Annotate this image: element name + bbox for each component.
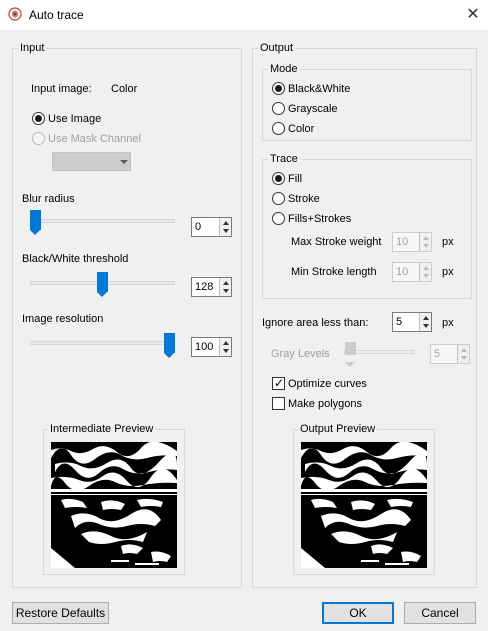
blur-radius-value[interactable]: 0: [195, 221, 201, 233]
mode-color-label[interactable]: Color: [288, 123, 314, 135]
trace-group-label: Trace: [268, 153, 300, 165]
max-stroke-weight-value[interactable]: 10: [396, 236, 408, 248]
make-polygons-label[interactable]: Make polygons: [288, 398, 362, 410]
restore-defaults-button[interactable]: Restore Defaults: [12, 602, 109, 624]
use-image-radio[interactable]: [32, 112, 45, 125]
gray-levels-slider[interactable]: [345, 342, 356, 367]
min-stroke-length-spinbox[interactable]: 10: [392, 262, 432, 282]
max-stroke-weight-unit: px: [442, 236, 454, 248]
spin-down-icon[interactable]: [423, 244, 429, 248]
bw-threshold-value[interactable]: 128: [195, 281, 213, 293]
output-preview-image: [301, 442, 427, 568]
bw-threshold-label: Black/White threshold: [22, 253, 129, 265]
blur-radius-slider[interactable]: [30, 210, 41, 235]
optimize-curves-label[interactable]: Optimize curves: [288, 378, 367, 390]
spin-up-icon[interactable]: [461, 348, 467, 352]
intermediate-preview-image: [51, 442, 177, 568]
mode-bw-radio[interactable]: [272, 82, 285, 95]
max-stroke-weight-spin-buttons[interactable]: [419, 233, 431, 251]
ignore-area-spin-buttons[interactable]: [419, 313, 431, 331]
cancel-button[interactable]: Cancel: [404, 602, 476, 624]
min-stroke-length-value[interactable]: 10: [396, 266, 408, 278]
optimize-curves-checkbox[interactable]: ✓: [272, 376, 285, 390]
mode-bw-label[interactable]: Black&White: [288, 83, 350, 95]
app-icon: [8, 7, 22, 21]
input-image-value: Color: [111, 83, 138, 95]
spin-up-icon[interactable]: [223, 221, 229, 225]
mode-grayscale-label[interactable]: Grayscale: [288, 103, 338, 115]
spin-down-icon[interactable]: [223, 229, 229, 233]
max-stroke-weight-label: Max Stroke weight: [291, 236, 382, 248]
spin-up-icon[interactable]: [223, 341, 229, 345]
ignore-area-label: Ignore area less than:: [262, 317, 369, 329]
spin-up-icon[interactable]: [223, 281, 229, 285]
use-mask-radio[interactable]: [32, 132, 45, 145]
min-stroke-length-label: Min Stroke length: [291, 266, 377, 278]
spin-down-icon[interactable]: [223, 289, 229, 293]
mask-channel-dropdown[interactable]: [52, 152, 131, 171]
use-image-label[interactable]: Use Image: [48, 113, 101, 125]
blur-radius-track: [30, 219, 175, 223]
spin-up-icon[interactable]: [423, 316, 429, 320]
gray-levels-spinbox[interactable]: 5: [430, 344, 470, 364]
ignore-area-spinbox[interactable]: 5: [392, 312, 432, 332]
mode-color-radio[interactable]: [272, 122, 285, 135]
window-title: Auto trace: [29, 8, 84, 22]
chevron-down-icon: [120, 160, 128, 164]
blur-radius-spin-buttons[interactable]: [219, 218, 231, 236]
use-mask-label[interactable]: Use Mask Channel: [48, 133, 141, 145]
spin-up-icon[interactable]: [423, 266, 429, 270]
ignore-area-unit: px: [442, 317, 454, 329]
image-resolution-spinbox[interactable]: 100: [191, 337, 232, 357]
spin-down-icon[interactable]: [461, 356, 467, 360]
input-group-label: Input: [18, 42, 47, 54]
make-polygons-checkbox[interactable]: [272, 397, 285, 410]
trace-fills-strokes-radio[interactable]: [272, 212, 285, 225]
input-image-label: Input image:: [31, 83, 92, 95]
gray-levels-spin-buttons[interactable]: [457, 345, 469, 363]
trace-fills-strokes-label[interactable]: Fills+Strokes: [288, 213, 351, 225]
trace-stroke-radio[interactable]: [272, 192, 285, 205]
mode-grayscale-radio[interactable]: [272, 102, 285, 115]
min-stroke-length-spin-buttons[interactable]: [419, 263, 431, 281]
image-resolution-label: Image resolution: [22, 313, 104, 325]
image-resolution-value[interactable]: 100: [195, 341, 213, 353]
trace-fill-radio[interactable]: [272, 172, 285, 185]
gray-levels-value[interactable]: 5: [434, 348, 440, 360]
output-group-label: Output: [258, 42, 296, 54]
blur-radius-label: Blur radius: [22, 193, 75, 205]
bw-threshold-spin-buttons[interactable]: [219, 278, 231, 296]
output-preview-label: Output Preview: [298, 423, 378, 435]
gray-levels-label: Gray Levels: [271, 348, 330, 360]
blur-radius-spinbox[interactable]: 0: [191, 217, 232, 237]
min-stroke-length-unit: px: [442, 266, 454, 278]
spin-down-icon[interactable]: [423, 324, 429, 328]
bw-threshold-slider[interactable]: [97, 272, 108, 297]
spin-down-icon[interactable]: [223, 349, 229, 353]
image-resolution-track: [30, 341, 175, 345]
bw-threshold-spinbox[interactable]: 128: [191, 277, 232, 297]
trace-stroke-label[interactable]: Stroke: [288, 193, 320, 205]
ok-button[interactable]: OK: [322, 602, 394, 624]
checkmark-icon: ✓: [274, 376, 285, 390]
ignore-area-value[interactable]: 5: [396, 316, 402, 328]
image-resolution-spin-buttons[interactable]: [219, 338, 231, 356]
spin-up-icon[interactable]: [423, 236, 429, 240]
intermediate-preview-label: Intermediate Preview: [48, 423, 156, 435]
trace-fill-label[interactable]: Fill: [288, 173, 302, 185]
close-icon[interactable]: ✕: [462, 4, 484, 26]
mode-group-label: Mode: [268, 63, 300, 75]
max-stroke-weight-spinbox[interactable]: 10: [392, 232, 432, 252]
image-resolution-slider[interactable]: [164, 333, 175, 358]
spin-down-icon[interactable]: [423, 274, 429, 278]
